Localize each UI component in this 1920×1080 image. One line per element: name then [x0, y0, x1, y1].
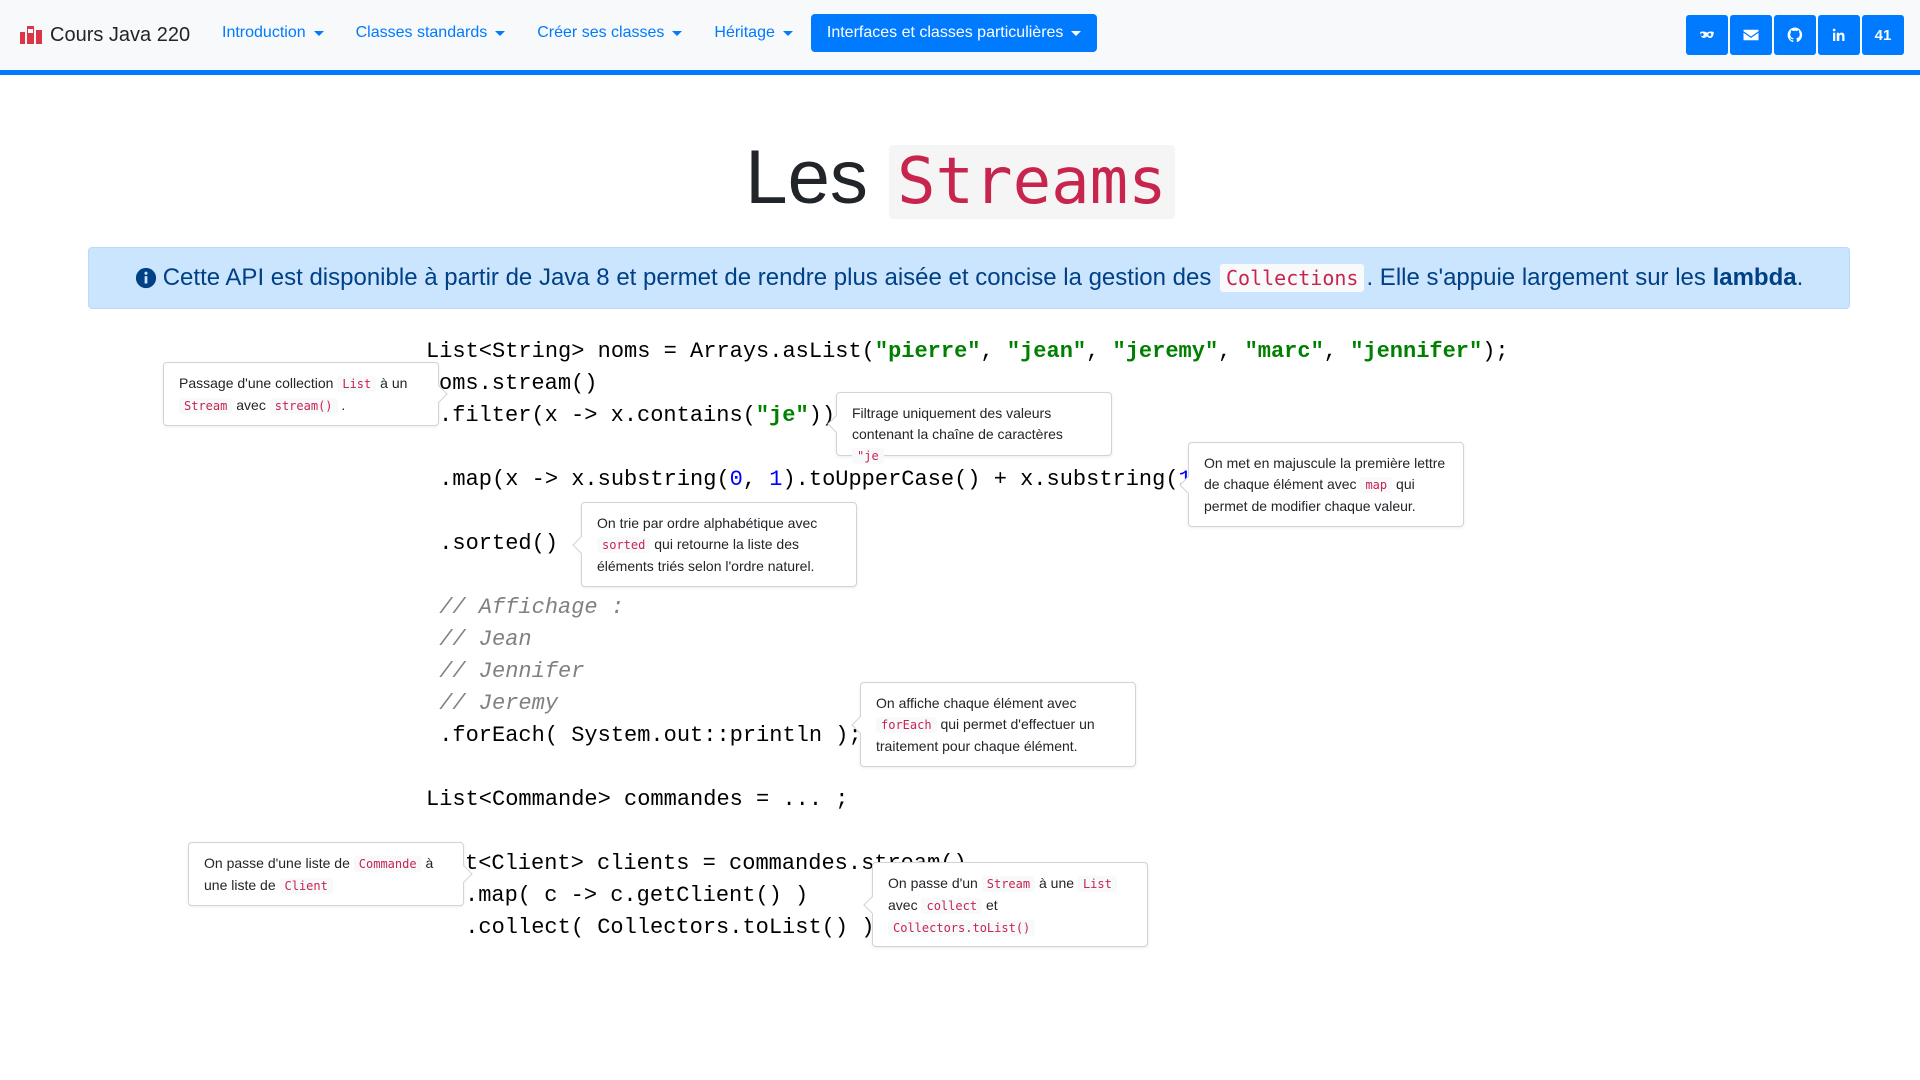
nav-heritage-label: Héritage	[714, 24, 775, 41]
alert-code: Collections	[1220, 264, 1365, 292]
alert-text-before: Cette API est disponible à partir de Jav…	[162, 264, 1212, 291]
linkedin-icon	[1832, 28, 1845, 41]
navbar: Cours Java 220 Introduction Classes stan…	[0, 0, 1920, 75]
code-comment-2: // Jean	[426, 627, 532, 652]
page-title-prefix: Les	[745, 135, 868, 220]
code-comment-4: // Jeremy	[426, 691, 559, 716]
nav-introduction[interactable]: Introduction	[208, 14, 338, 52]
brand[interactable]: Cours Java 220	[20, 20, 190, 50]
chevron-down-icon	[672, 30, 683, 36]
brand-logo-icon	[20, 26, 42, 44]
page-title-code: Streams	[888, 145, 1175, 219]
code-line-3: .filter(x -> x.contains("je"))	[439, 403, 836, 428]
code-line-13: .map( c -> c.getClient() )	[465, 883, 809, 908]
email-button[interactable]	[1730, 15, 1772, 55]
linkedin-button[interactable]	[1818, 15, 1860, 55]
nav-interfaces-label: Interfaces et classes particulières	[826, 24, 1064, 41]
envelope-icon	[1743, 29, 1759, 41]
nav-interfaces[interactable]: Interfaces et classes particulières	[810, 14, 1098, 52]
github-icon	[1787, 27, 1803, 43]
nav-heritage[interactable]: Héritage	[700, 14, 806, 52]
code-comment-1: // Affichage :	[426, 595, 625, 620]
github-button[interactable]	[1774, 15, 1816, 55]
nav-classes-standards[interactable]: Classes standards	[342, 14, 520, 52]
info-circle-icon	[135, 267, 156, 289]
code-line-11: List<Commande> commandes = ... ;	[426, 787, 849, 812]
code-line-5: .sorted()	[426, 531, 559, 556]
code-line-4: .map(x -> x.substring(0, 1).toUpperCase(…	[426, 467, 1205, 492]
nav-introduction-label: Introduction	[222, 24, 306, 41]
tooltip-foreach: On affiche chaque élément avec forEach q…	[860, 682, 1136, 767]
alert-text-after: .	[1796, 264, 1804, 291]
tooltip-filter: Filtrage uniquement des valeurs contenan…	[836, 392, 1112, 464]
code-comment-3: // Jennifer	[426, 659, 585, 684]
nav-menu: Introduction Classes standards Créer ses…	[208, 14, 1101, 52]
code-line-14: .collect( Collectors.toList() );	[452, 915, 888, 940]
nav-creer-classes-label: Créer ses classes	[537, 24, 665, 41]
chevron-down-icon	[1071, 30, 1082, 36]
mask-button[interactable]	[1686, 15, 1728, 55]
page-title: Les Streams	[0, 130, 1920, 230]
info-alert: Cette API est disponible à partir de Jav…	[88, 247, 1850, 309]
brand-title: Cours Java 220	[50, 23, 191, 46]
nav-right-buttons: 41	[1684, 15, 1904, 55]
chevron-down-icon	[782, 30, 793, 36]
alert-bold: lambda	[1712, 264, 1797, 291]
alert-text-middle: . Elle s'appuie largement sur les	[1366, 264, 1706, 291]
tooltip-commande-client: On passe d'une liste de Commande à une l…	[188, 842, 464, 906]
page-number-badge[interactable]: 41	[1862, 15, 1904, 55]
code-line-1: List<String> noms = Arrays.asList("pierr…	[426, 339, 1509, 364]
mask-icon	[1700, 31, 1714, 38]
chevron-down-icon	[495, 30, 506, 36]
tooltip-collect: On passe d'un Stream à une List avec col…	[872, 862, 1148, 947]
tooltip-stream: Passage d'une collection List à un Strea…	[163, 362, 439, 426]
nav-creer-classes[interactable]: Créer ses classes	[523, 14, 696, 52]
tooltip-map: On met en majuscule la première lettre d…	[1188, 442, 1464, 527]
chevron-down-icon	[313, 30, 324, 36]
nav-classes-standards-label: Classes standards	[355, 24, 488, 41]
tooltip-sorted: On trie par ordre alphabétique avec sort…	[581, 502, 857, 587]
code-line-10: .forEach( System.out::println );	[426, 723, 862, 748]
code-line-2: oms.stream()	[439, 371, 598, 396]
